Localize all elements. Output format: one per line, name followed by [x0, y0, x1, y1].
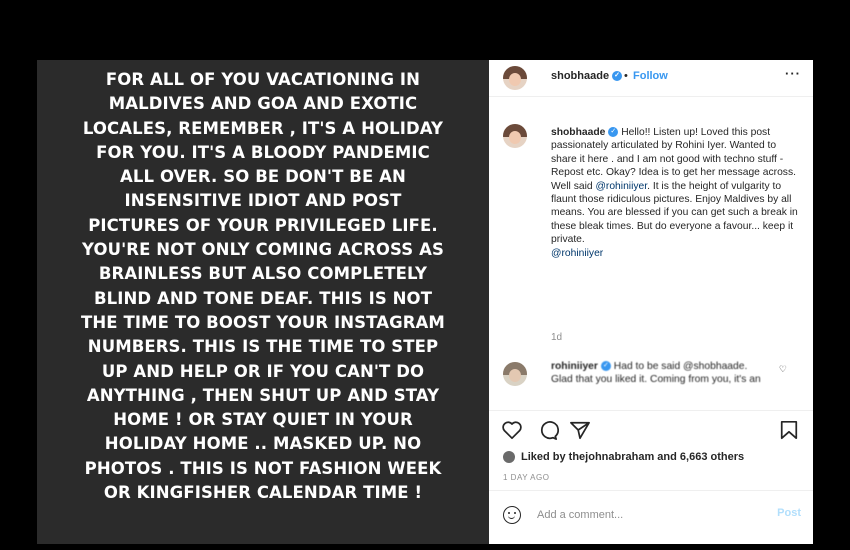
caption-mention[interactable]: @rohiniiyer — [595, 181, 647, 192]
more-options-icon[interactable]: ··· — [785, 66, 801, 81]
caption-username[interactable]: shobhaade — [551, 127, 605, 138]
comment-box-divider — [489, 490, 813, 491]
caption-tag[interactable]: @rohiniiyer — [551, 248, 603, 259]
post-date: 1 DAY AGO — [503, 473, 550, 482]
actions-divider — [489, 410, 813, 411]
post-comment-button[interactable]: Post — [777, 507, 801, 519]
post-header: shobhaade ✓ • Follow ··· — [489, 60, 813, 97]
likes-count[interactable]: Liked by thejohnabraham and 6,663 others — [521, 451, 744, 463]
header-username[interactable]: shobhaade ✓ — [551, 70, 623, 82]
post-image: FOR ALL OF YOU VACATIONING IN MALDIVES A… — [37, 60, 489, 544]
author-avatar[interactable] — [503, 66, 527, 90]
verified-badge-icon: ✓ — [608, 127, 619, 138]
emoji-icon[interactable] — [503, 506, 521, 524]
instagram-post-frame: FOR ALL OF YOU VACATIONING IN MALDIVES A… — [37, 60, 813, 544]
comment-username[interactable]: rohiniiyer — [551, 361, 598, 372]
caption: shobhaade ✓ Hello!! Listen up! Loved this… — [551, 126, 801, 260]
bookmark-icon[interactable] — [779, 420, 799, 440]
commenter-avatar[interactable] — [503, 362, 527, 386]
caption-avatar[interactable] — [503, 124, 527, 148]
header-username-text[interactable]: shobhaade — [551, 70, 609, 82]
comment: rohiniiyer ✓ Had to be said @shobhaade. G… — [551, 360, 761, 387]
post-image-text: FOR ALL OF YOU VACATIONING IN MALDIVES A… — [81, 70, 445, 503]
share-icon[interactable] — [569, 420, 591, 440]
comment-like-heart-icon[interactable]: ♡ — [779, 364, 787, 375]
verified-badge-icon: ✓ — [600, 361, 611, 372]
liker-avatar[interactable] — [503, 451, 515, 463]
caption-time: 1d — [551, 332, 563, 343]
heart-icon[interactable] — [501, 420, 523, 440]
post-sidebar: shobhaade ✓ • Follow ··· shobhaade ✓ Hello… — [489, 60, 813, 544]
comment-icon[interactable] — [537, 420, 559, 440]
follow-separator: • — [624, 70, 628, 82]
follow-button[interactable]: Follow — [633, 70, 668, 82]
verified-badge-icon: ✓ — [612, 71, 623, 82]
add-comment-input[interactable] — [535, 508, 759, 522]
